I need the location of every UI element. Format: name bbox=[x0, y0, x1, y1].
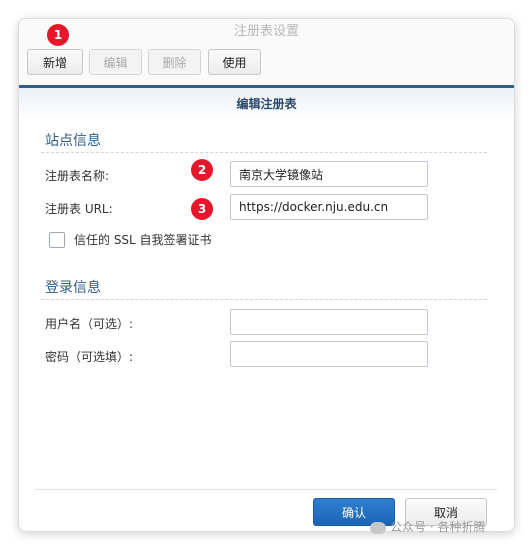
watermark-text: 公众号 · 各种折腾 bbox=[390, 520, 486, 534]
window-title: 注册表设置 bbox=[19, 19, 514, 45]
wechat-icon bbox=[370, 521, 386, 534]
use-button[interactable]: 使用 bbox=[208, 49, 261, 75]
trust-ssl-label: 信任的 SSL 自我签署证书 bbox=[74, 233, 212, 247]
toolbar: 新增 编辑 删除 使用 bbox=[19, 45, 514, 88]
registry-url-label: 注册表 URL: bbox=[45, 202, 113, 216]
trust-ssl-checkbox[interactable] bbox=[49, 232, 65, 248]
delete-button[interactable]: 删除 bbox=[148, 49, 201, 75]
username-label: 用户名（可选）: bbox=[45, 317, 134, 331]
annotation-badge-1: 1 bbox=[47, 24, 69, 46]
edit-registry-header: 编辑注册表 bbox=[19, 88, 514, 120]
annotation-badge-3: 3 bbox=[191, 198, 213, 220]
site-info-title: 站点信息 bbox=[45, 133, 101, 149]
password-label: 密码（可选填）: bbox=[45, 350, 134, 364]
site-info-divider bbox=[41, 152, 487, 153]
add-button[interactable]: 新增 bbox=[27, 49, 83, 75]
registry-url-input[interactable] bbox=[230, 194, 428, 220]
registry-name-input[interactable] bbox=[230, 161, 428, 187]
edit-button[interactable]: 编辑 bbox=[89, 49, 142, 75]
username-input[interactable] bbox=[230, 309, 428, 335]
watermark: 公众号 · 各种折腾 bbox=[370, 518, 485, 535]
footer-divider bbox=[35, 489, 497, 490]
annotation-badge-2: 2 bbox=[191, 159, 213, 181]
registry-settings-window: 注册表设置 新增 编辑 删除 使用 编辑注册表 站点信息 注册表名称: 注册表 … bbox=[18, 18, 515, 532]
registry-name-label: 注册表名称: bbox=[45, 169, 110, 183]
password-input[interactable] bbox=[230, 341, 428, 367]
login-info-divider bbox=[41, 299, 487, 300]
login-info-title: 登录信息 bbox=[45, 280, 101, 296]
